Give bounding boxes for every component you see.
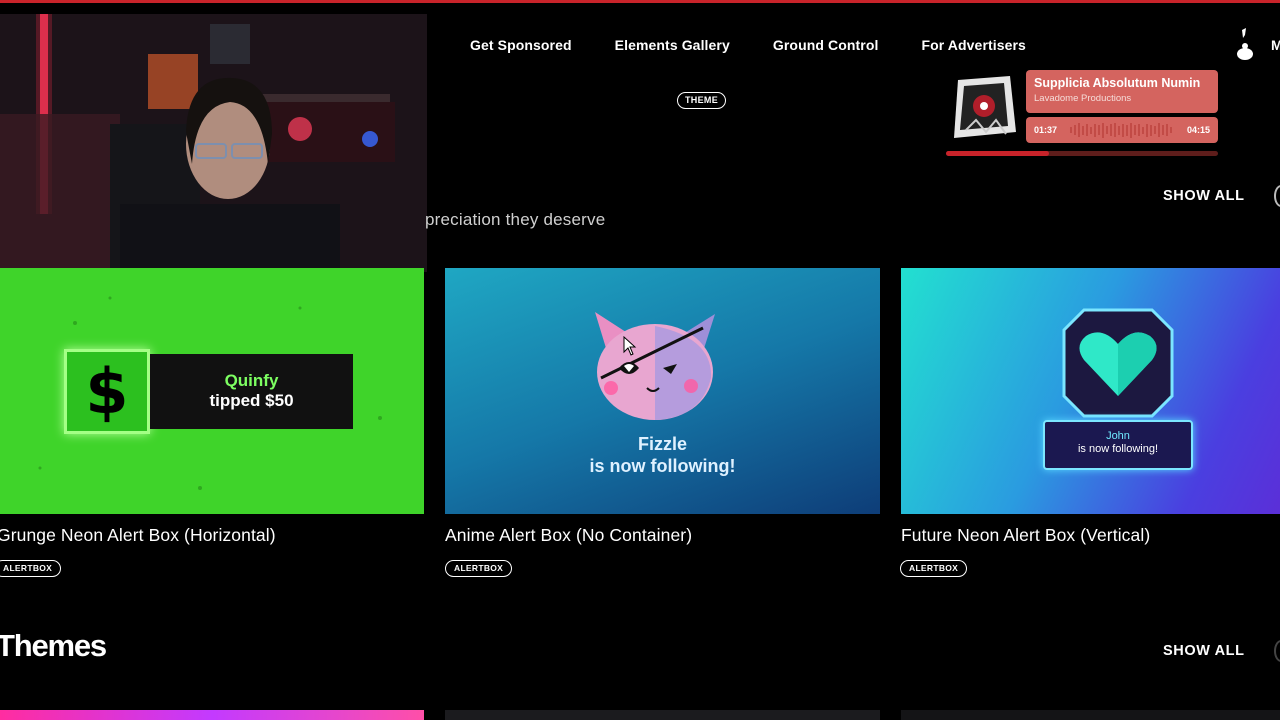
nav-get-sponsored[interactable]: Get Sponsored bbox=[470, 37, 572, 53]
top-accent-line bbox=[0, 0, 1280, 3]
music-player: Supplicia Absolutum Numin Lavadome Produ… bbox=[946, 70, 1218, 158]
card-tag-alertbox[interactable]: ALERTBOX bbox=[445, 560, 513, 577]
dollar-icon: $ bbox=[85, 355, 129, 428]
theme-card-preview[interactable] bbox=[445, 710, 880, 720]
section-subtitle: preciation they deserve bbox=[425, 210, 606, 229]
card-title-anime[interactable]: Anime Alert Box (No Container) bbox=[445, 525, 692, 546]
nav-ground-control[interactable]: Ground Control bbox=[773, 37, 879, 53]
time-current: 01:37 bbox=[1034, 125, 1058, 135]
nav-menu-partial[interactable]: M bbox=[1271, 37, 1280, 53]
track-timeline: 01:37 04:15 bbox=[1026, 117, 1218, 143]
carousel-next-icon[interactable] bbox=[1274, 185, 1280, 207]
album-art bbox=[946, 70, 1022, 146]
card-tag-alertbox[interactable]: ALERTBOX bbox=[0, 560, 62, 577]
track-title: Supplicia Absolutum Numin bbox=[1034, 76, 1201, 90]
time-total: 04:15 bbox=[1186, 125, 1210, 135]
theme-card-preview[interactable] bbox=[0, 710, 424, 720]
card-tag-alertbox[interactable]: ALERTBOX bbox=[900, 560, 968, 577]
waveform-icon[interactable] bbox=[1070, 122, 1174, 138]
nav-for-advertisers[interactable]: For Advertisers bbox=[921, 37, 1025, 53]
carousel-next-icon[interactable] bbox=[1274, 640, 1280, 662]
card-title-grunge-neon[interactable]: Grunge Neon Alert Box (Horizontal) bbox=[0, 525, 276, 546]
card-preview-grunge-neon[interactable]: $ Quinfy tipped $50 bbox=[0, 268, 424, 514]
cat-mascot-icon bbox=[591, 308, 721, 423]
nav-elements-gallery[interactable]: Elements Gallery bbox=[615, 37, 730, 53]
follow-message: is now following! bbox=[589, 456, 736, 476]
player-progress-bar[interactable] bbox=[946, 151, 1218, 156]
follow-message-box: John is now following! bbox=[1043, 420, 1193, 470]
card-preview-anime[interactable]: Fizzle is now following! bbox=[445, 268, 880, 514]
follower-name: John bbox=[1106, 430, 1130, 442]
track-artist: Lavadome Productions bbox=[1034, 93, 1132, 104]
themes-heading: Themes bbox=[0, 628, 107, 663]
mouse-cursor-icon bbox=[623, 336, 637, 356]
heart-icon bbox=[1062, 308, 1174, 418]
show-all-themes-button[interactable]: SHOW ALL bbox=[1163, 643, 1245, 659]
theme-badge: THEME bbox=[677, 92, 726, 109]
webcam-scene bbox=[0, 14, 427, 272]
theme-card-preview[interactable] bbox=[901, 710, 1280, 720]
tip-amount: tipped $50 bbox=[209, 391, 294, 410]
dollar-icon-box: $ bbox=[64, 349, 150, 434]
follow-message: is now following! bbox=[1077, 443, 1159, 455]
player-progress-fill bbox=[946, 151, 1050, 156]
tip-message-box: Quinfy tipped $50 bbox=[150, 354, 353, 429]
top-nav: Get Sponsored Elements Gallery Ground Co… bbox=[470, 37, 1069, 53]
card-preview-future-neon[interactable]: John is now following! bbox=[901, 268, 1280, 514]
webcam-overlay bbox=[0, 14, 427, 272]
user-icon[interactable] bbox=[1234, 26, 1256, 62]
follower-name: Fizzle bbox=[637, 434, 687, 454]
card-title-future-neon[interactable]: Future Neon Alert Box (Vertical) bbox=[901, 525, 1150, 546]
tip-name: Quinfy bbox=[224, 371, 279, 390]
show-all-alerts-button[interactable]: SHOW ALL bbox=[1163, 188, 1245, 204]
track-info: Supplicia Absolutum Numin Lavadome Produ… bbox=[1026, 70, 1218, 113]
